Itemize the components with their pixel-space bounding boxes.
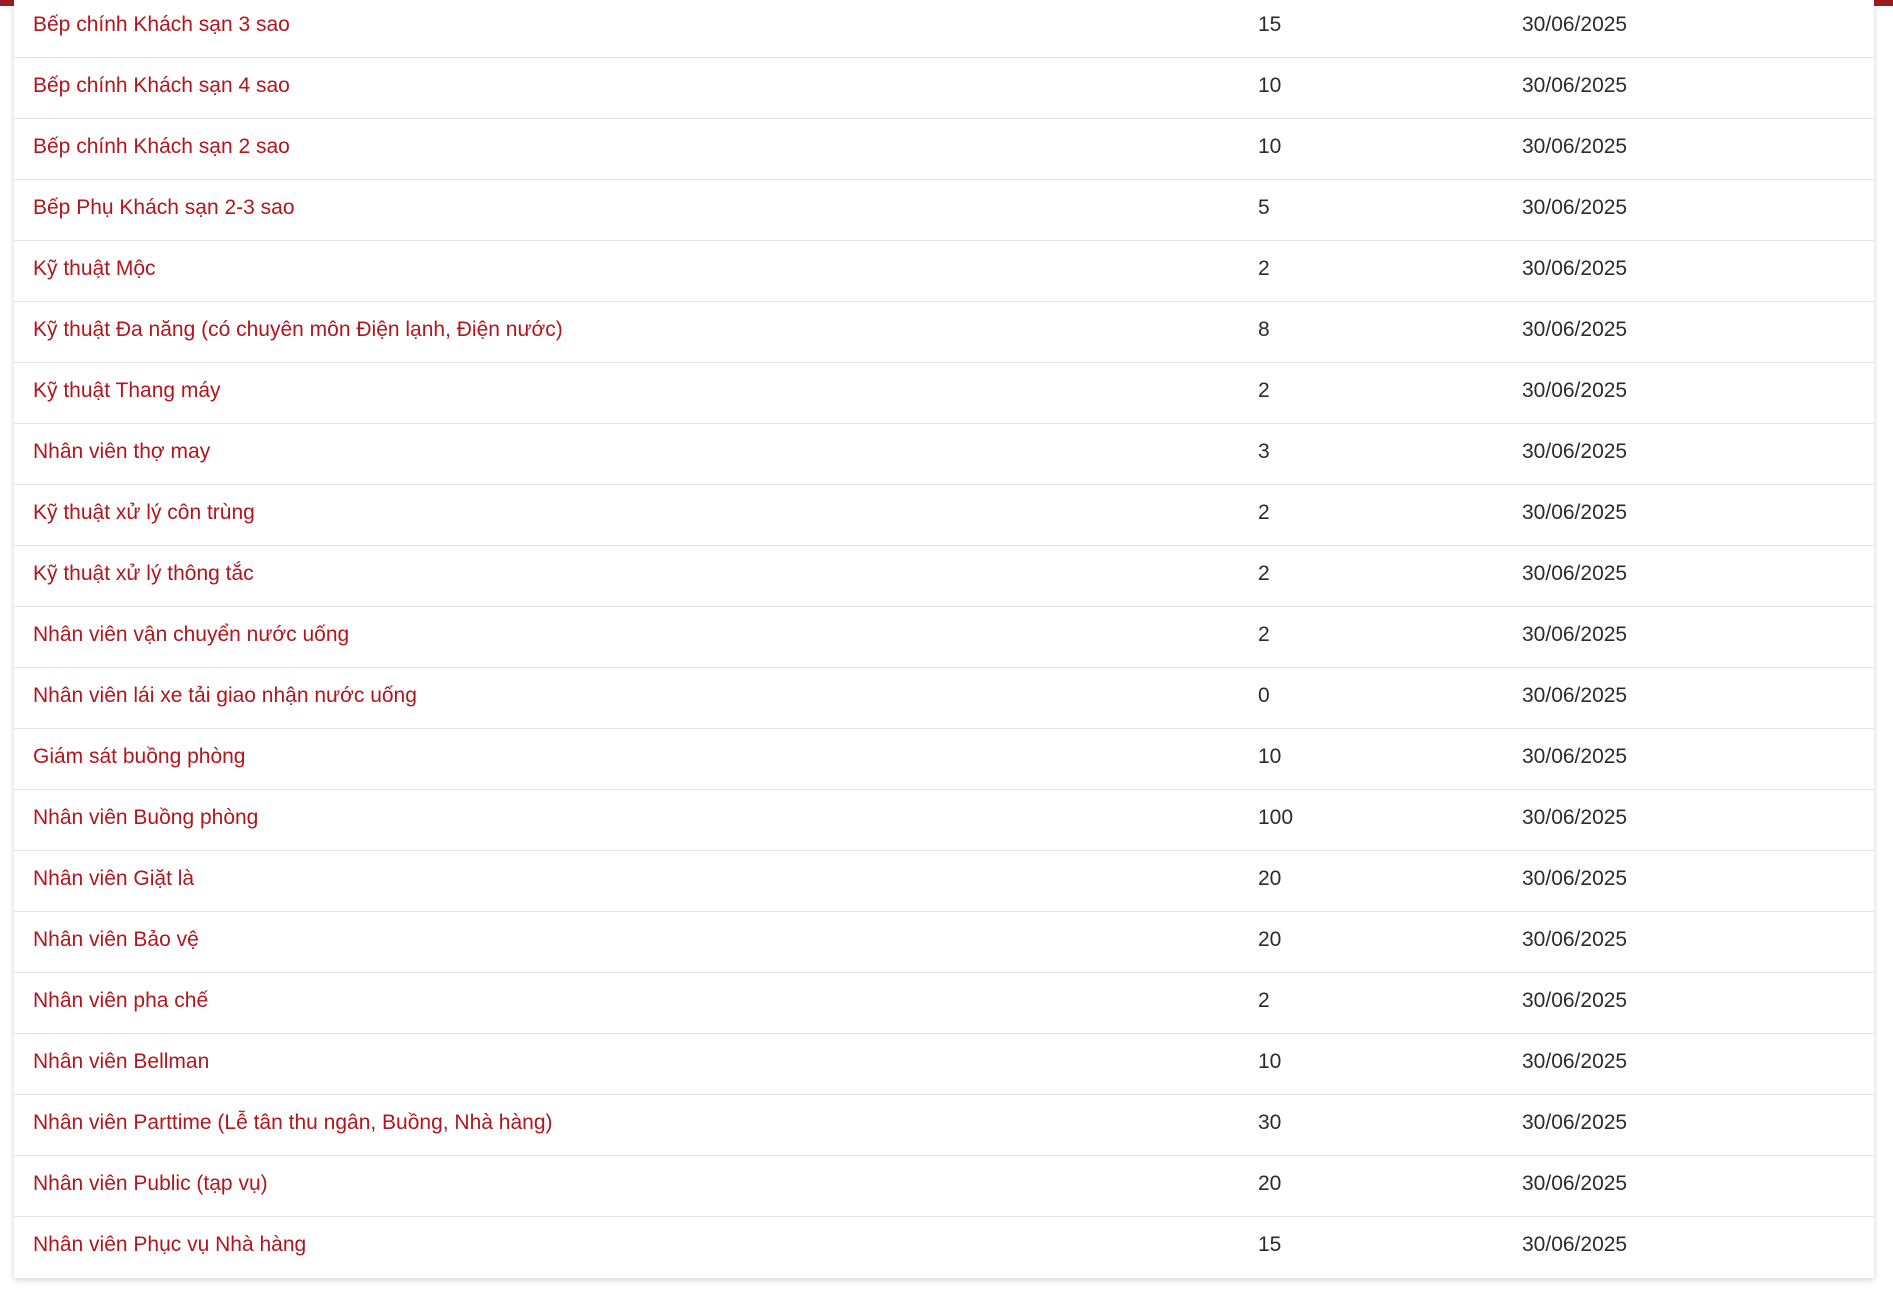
- table-row: Kỹ thuật xử lý thông tắc 2 30/06/2025: [14, 546, 1874, 607]
- job-quantity: 15: [1258, 13, 1282, 36]
- table-row: Bếp chính Khách sạn 2 sao 10 30/06/2025: [14, 119, 1874, 180]
- job-quantity: 20: [1258, 1172, 1282, 1195]
- job-quantity: 20: [1258, 867, 1282, 890]
- table-row: Nhân viên vận chuyển nước uống 2 30/06/202…: [14, 607, 1874, 668]
- table-row: Kỹ thuật Thang máy 2 30/06/2025: [14, 363, 1874, 424]
- job-deadline: 30/06/2025: [1522, 1050, 1628, 1073]
- job-deadline: 30/06/2025: [1522, 1172, 1628, 1195]
- job-deadline: 30/06/2025: [1522, 806, 1628, 829]
- job-deadline: 30/06/2025: [1522, 318, 1628, 341]
- table-row: Nhân viên Buồng phòng 100 30/06/2025: [14, 790, 1874, 851]
- job-title-link[interactable]: Nhân viên Parttime (Lễ tân thu ngân, Buồ…: [33, 1095, 553, 1155]
- job-title-link[interactable]: Nhân viên Buồng phòng: [33, 790, 258, 850]
- job-title-link[interactable]: Nhân viên Bellman: [33, 1034, 209, 1094]
- table-row: Nhân viên lái xe tải giao nhận nước uống…: [14, 668, 1874, 729]
- job-quantity: 5: [1258, 196, 1270, 219]
- table-row: Nhân viên thợ may 3 30/06/2025: [14, 424, 1874, 485]
- job-quantity: 30: [1258, 1111, 1282, 1134]
- table-row: Nhân viên Phục vụ Nhà hàng 15 30/06/2025: [14, 1217, 1874, 1278]
- table-row: Nhân viên Bảo vệ 20 30/06/2025: [14, 912, 1874, 973]
- job-deadline: 30/06/2025: [1522, 867, 1628, 890]
- table-row: Nhân viên Giặt là 20 30/06/2025: [14, 851, 1874, 912]
- job-title-link[interactable]: Nhân viên pha chế: [33, 973, 208, 1033]
- job-deadline: 30/06/2025: [1522, 684, 1628, 707]
- job-title-link[interactable]: Bếp Phụ Khách sạn 2-3 sao: [33, 180, 295, 240]
- job-quantity: 2: [1258, 501, 1270, 524]
- job-quantity: 2: [1258, 379, 1270, 402]
- job-quantity: 2: [1258, 623, 1270, 646]
- job-title-link[interactable]: Bếp chính Khách sạn 2 sao: [33, 119, 290, 179]
- job-quantity: 10: [1258, 135, 1282, 158]
- job-deadline: 30/06/2025: [1522, 196, 1628, 219]
- table-row: Nhân viên Public (tạp vụ) 20 30/06/2025: [14, 1156, 1874, 1217]
- table-row: Bếp chính Khách sạn 4 sao 10 30/06/2025: [14, 58, 1874, 119]
- job-title-link[interactable]: Kỹ thuật Mộc: [33, 241, 156, 301]
- job-quantity: 2: [1258, 257, 1270, 280]
- job-title-link[interactable]: Nhân viên Public (tạp vụ): [33, 1156, 268, 1216]
- job-quantity: 10: [1258, 745, 1282, 768]
- job-title-link[interactable]: Giám sát buồng phòng: [33, 729, 245, 789]
- job-quantity: 10: [1258, 74, 1282, 97]
- job-deadline: 30/06/2025: [1522, 379, 1628, 402]
- job-quantity: 8: [1258, 318, 1270, 341]
- job-title-link[interactable]: Kỹ thuật xử lý côn trùng: [33, 485, 255, 545]
- job-title-link[interactable]: Nhân viên Giặt là: [33, 851, 194, 911]
- job-deadline: 30/06/2025: [1522, 1111, 1628, 1134]
- job-title-link[interactable]: Nhân viên lái xe tải giao nhận nước uống: [33, 668, 417, 728]
- job-deadline: 30/06/2025: [1522, 135, 1628, 158]
- job-quantity: 15: [1258, 1233, 1282, 1256]
- job-title-link[interactable]: Nhân viên vận chuyển nước uống: [33, 607, 349, 667]
- job-quantity: 0: [1258, 684, 1270, 707]
- job-title-link[interactable]: Nhân viên Bảo vệ: [33, 912, 199, 972]
- job-title-link[interactable]: Kỹ thuật Đa năng (có chuyên môn Điện lạn…: [33, 302, 563, 362]
- job-quantity: 2: [1258, 562, 1270, 585]
- job-deadline: 30/06/2025: [1522, 562, 1628, 585]
- table-row: Bếp chính Khách sạn 3 sao 15 30/06/2025: [14, 0, 1874, 58]
- job-title-link[interactable]: Nhân viên thợ may: [33, 424, 210, 484]
- table-row: Nhân viên Bellman 10 30/06/2025: [14, 1034, 1874, 1095]
- job-title-link[interactable]: Kỹ thuật Thang máy: [33, 363, 221, 423]
- job-deadline: 30/06/2025: [1522, 1233, 1628, 1256]
- job-deadline: 30/06/2025: [1522, 989, 1628, 1012]
- table-row: Bếp Phụ Khách sạn 2-3 sao 5 30/06/2025: [14, 180, 1874, 241]
- job-deadline: 30/06/2025: [1522, 13, 1628, 36]
- job-title-link[interactable]: Bếp chính Khách sạn 3 sao: [33, 0, 290, 57]
- table-row: Kỹ thuật Đa năng (có chuyên môn Điện lạn…: [14, 302, 1874, 363]
- job-deadline: 30/06/2025: [1522, 623, 1628, 646]
- table-row: Nhân viên pha chế 2 30/06/2025: [14, 973, 1874, 1034]
- job-title-link[interactable]: Nhân viên Phục vụ Nhà hàng: [33, 1217, 306, 1277]
- job-deadline: 30/06/2025: [1522, 928, 1628, 951]
- job-deadline: 30/06/2025: [1522, 440, 1628, 463]
- job-title-link[interactable]: Kỹ thuật xử lý thông tắc: [33, 546, 254, 606]
- job-deadline: 30/06/2025: [1522, 74, 1628, 97]
- job-quantity: 3: [1258, 440, 1270, 463]
- table-row: Kỹ thuật xử lý côn trùng 2 30/06/2025: [14, 485, 1874, 546]
- table-row: Kỹ thuật Mộc 2 30/06/2025: [14, 241, 1874, 302]
- table-row: Giám sát buồng phòng 10 30/06/2025: [14, 729, 1874, 790]
- job-deadline: 30/06/2025: [1522, 501, 1628, 524]
- job-quantity: 100: [1258, 806, 1294, 829]
- job-listing-table: Bếp chính Khách sạn 3 sao 15 30/06/2025 Bếp…: [14, 0, 1874, 1278]
- job-title-link[interactable]: Bếp chính Khách sạn 4 sao: [33, 58, 290, 118]
- job-deadline: 30/06/2025: [1522, 745, 1628, 768]
- job-deadline: 30/06/2025: [1522, 257, 1628, 280]
- job-quantity: 20: [1258, 928, 1282, 951]
- job-quantity: 2: [1258, 989, 1270, 1012]
- job-quantity: 10: [1258, 1050, 1282, 1073]
- table-row: Nhân viên Parttime (Lễ tân thu ngân, Buồ…: [14, 1095, 1874, 1156]
